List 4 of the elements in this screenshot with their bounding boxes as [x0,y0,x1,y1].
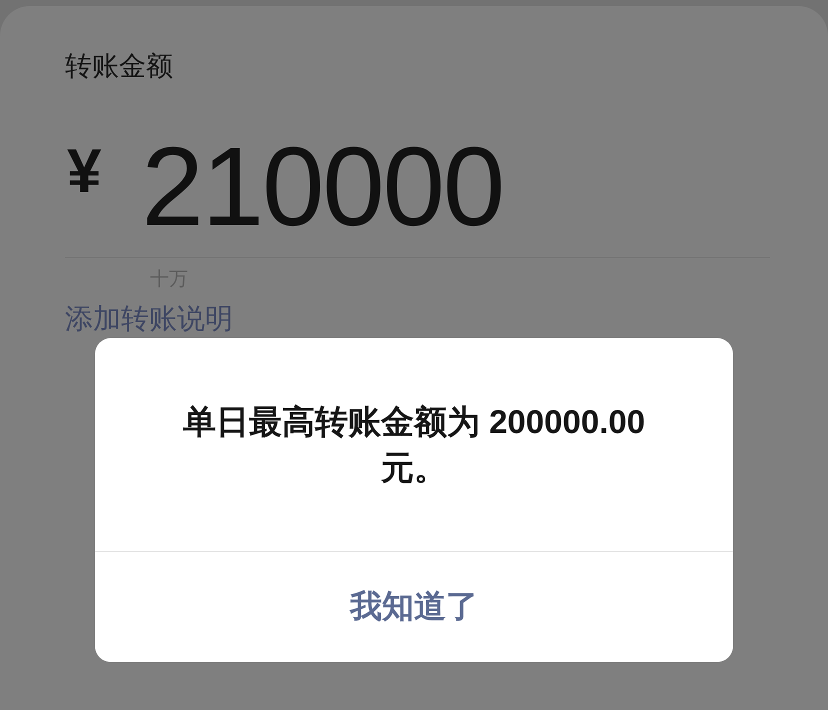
currency-symbol: ¥ [67,141,102,203]
amount-label: 转账金额 [65,50,173,83]
dialog-message: 单日最高转账金额为 200000.00 元。 [182,402,646,488]
amount-input[interactable]: 210000 [141,131,504,243]
